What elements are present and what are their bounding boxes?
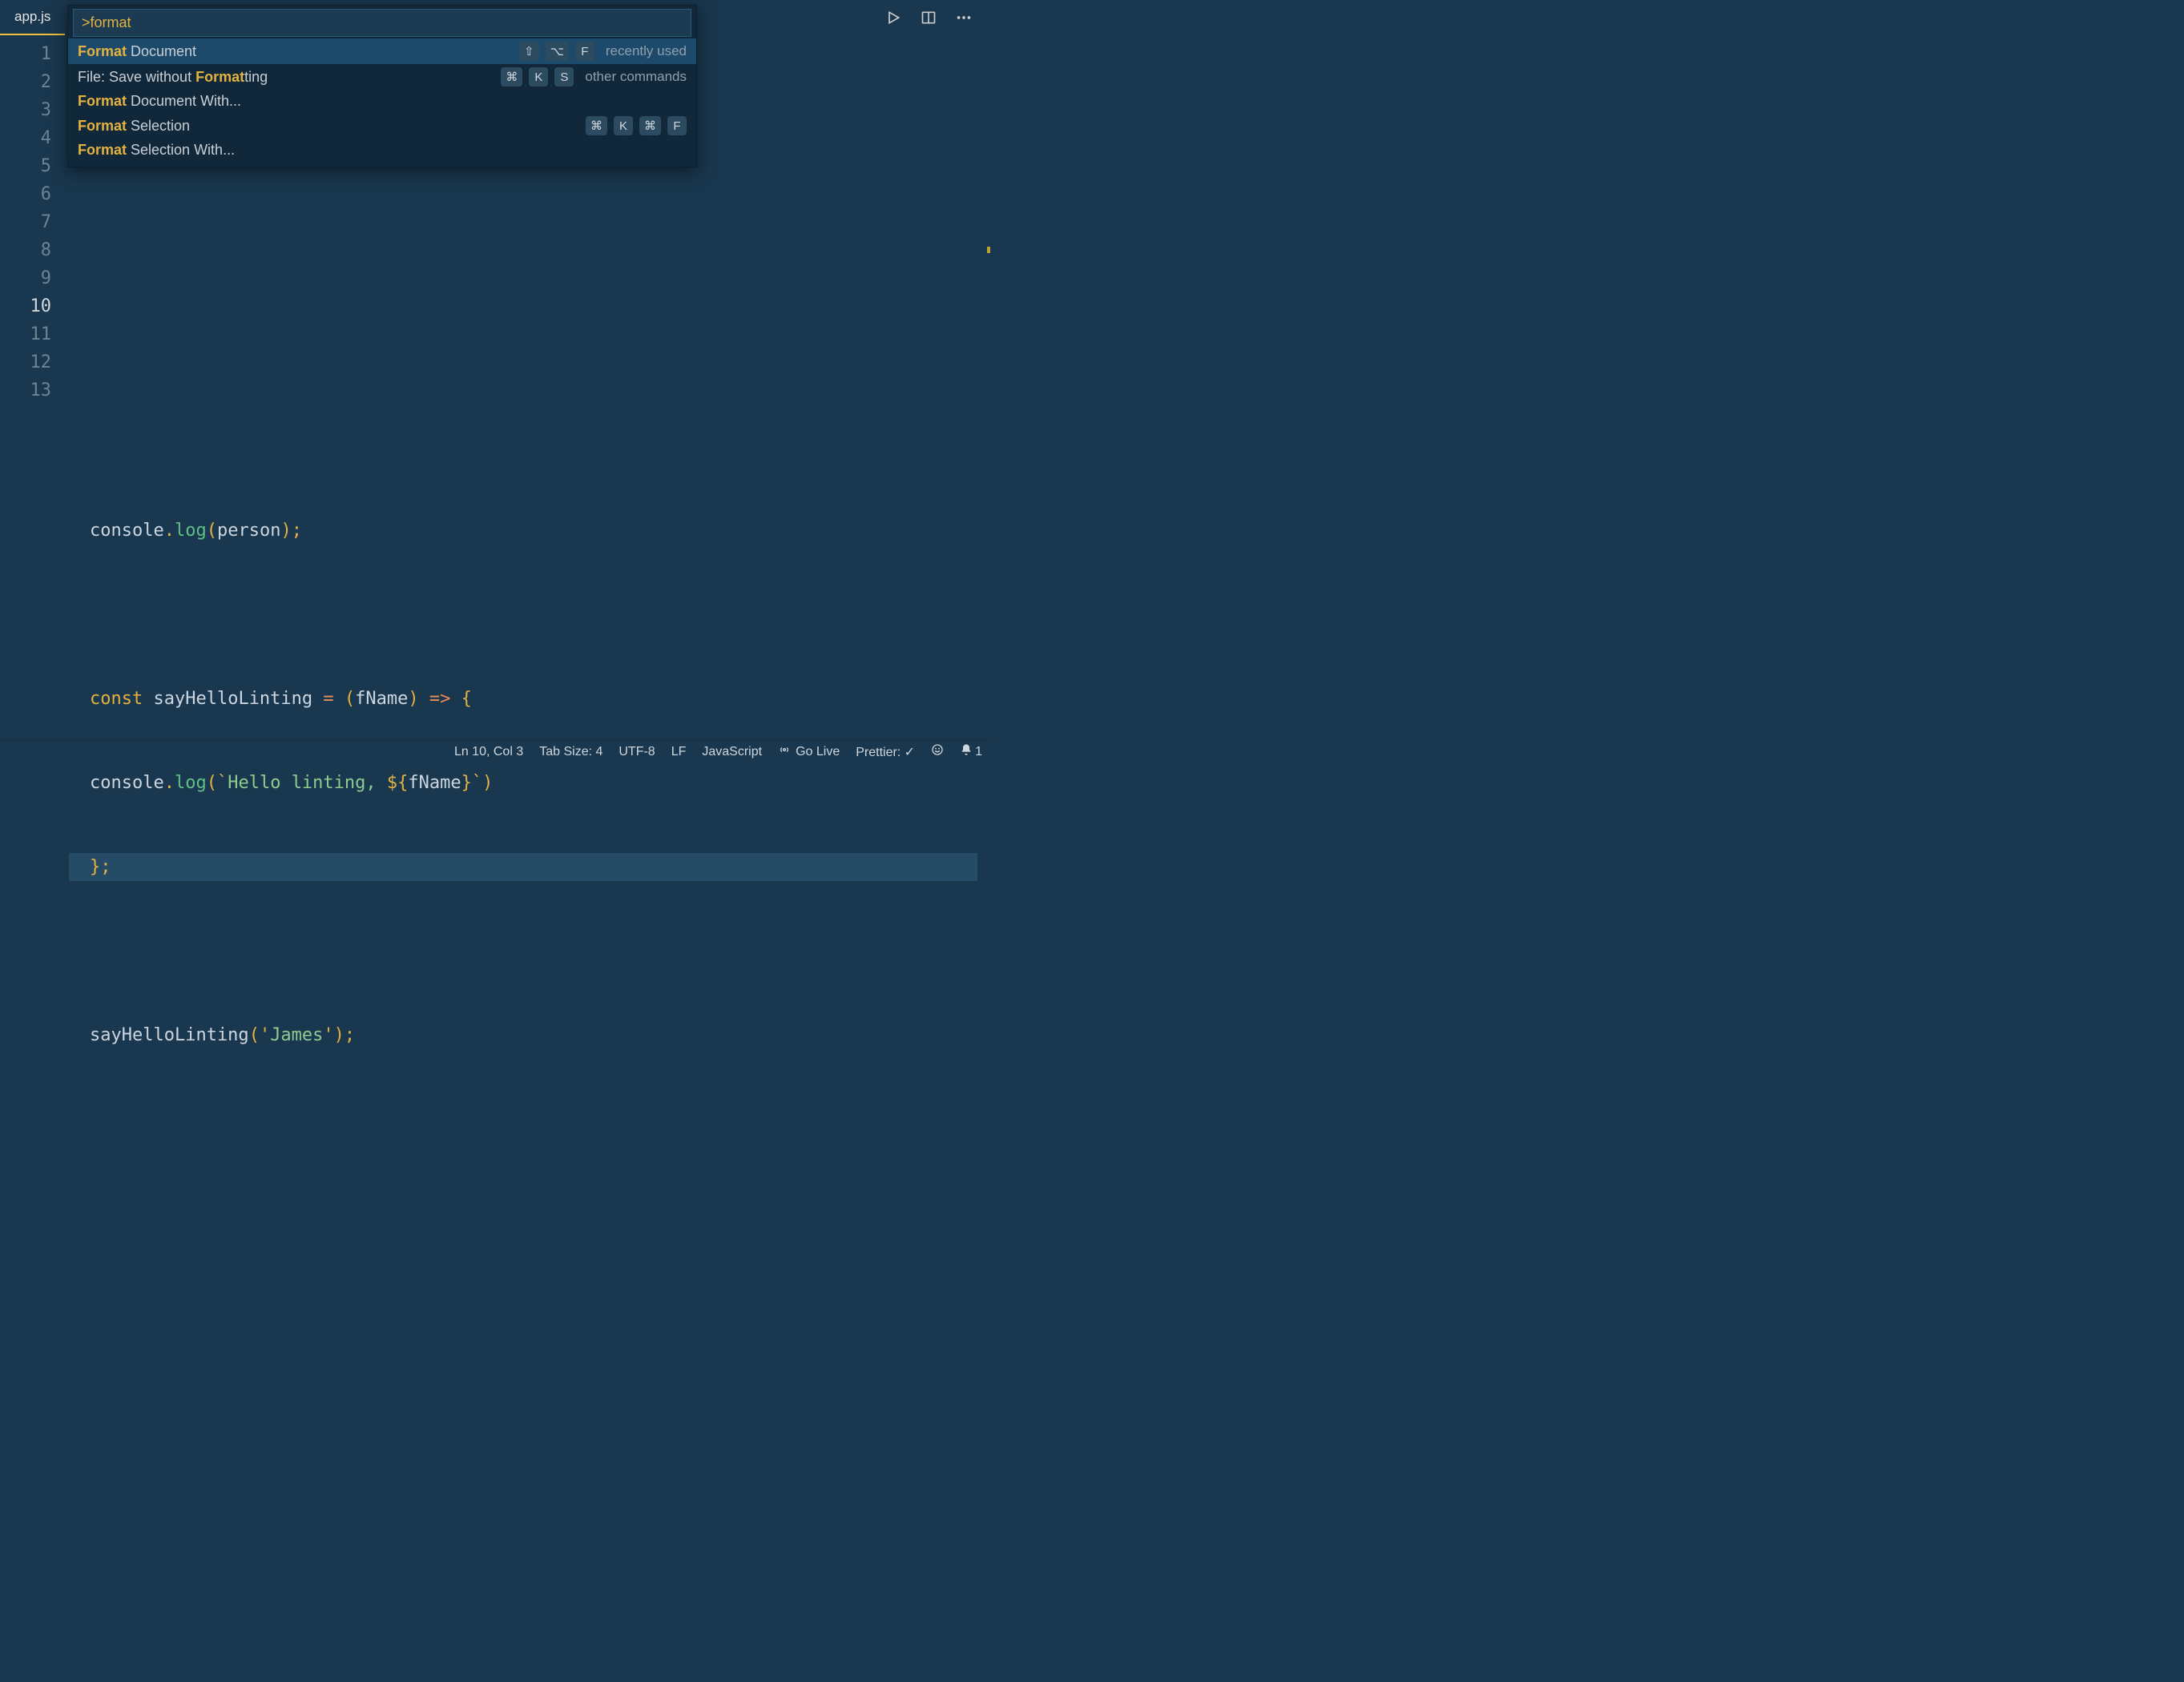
palette-item-hint: recently used — [606, 43, 687, 59]
keycap: ⌘ — [501, 67, 522, 87]
palette-input-wrap — [68, 6, 696, 37]
command-palette: Format Document ⇧ ⌥ Frecently used File: Sav… — [67, 5, 697, 167]
keycap: ⌥ — [546, 42, 569, 61]
palette-item-label: Format Selection — [78, 118, 190, 135]
keycap: K — [614, 116, 633, 135]
play-icon[interactable] — [883, 7, 904, 28]
bell-icon — [960, 743, 973, 760]
split-editor-icon[interactable] — [918, 7, 939, 28]
editor-actions — [883, 7, 990, 28]
tab-title: app.js — [14, 9, 50, 25]
tab-app-js[interactable]: app.js — [0, 0, 65, 35]
code-line — [71, 1105, 990, 1133]
keycap: K — [529, 67, 548, 87]
palette-item-shortcut: ⌘ KSother commands — [501, 67, 687, 87]
code-line: console.log(`Hello linting, ${fName}`) — [71, 769, 990, 797]
command-palette-item[interactable]: File: Save without Formatting ⌘ KSother co… — [68, 64, 696, 90]
line-number-gutter: 12345678910111213 — [0, 35, 71, 740]
palette-item-label: Format Document — [78, 43, 196, 60]
palette-item-label: Format Document With... — [78, 93, 241, 110]
broadcast-icon — [778, 743, 791, 760]
keycap: S — [554, 67, 574, 87]
status-eol[interactable]: LF — [671, 745, 687, 759]
status-go-live[interactable]: Go Live — [778, 743, 840, 760]
code-line — [71, 601, 990, 629]
command-palette-input[interactable] — [73, 9, 691, 37]
status-notifications[interactable]: 1 — [960, 743, 982, 760]
keycap: ⌘ — [639, 116, 661, 135]
command-palette-list: Format Document ⇧ ⌥ Frecently used File: Sav… — [68, 37, 696, 167]
more-actions-icon[interactable] — [953, 7, 974, 28]
command-palette-item[interactable]: Format Document ⇧ ⌥ Frecently used — [68, 38, 696, 64]
code-line — [71, 433, 990, 461]
keycap: ⌘ — [586, 116, 607, 135]
palette-item-shortcut: ⌘ K ⌘ F — [586, 116, 687, 135]
code-line: console.log(person); — [71, 517, 990, 545]
keycap: F — [667, 116, 687, 135]
status-bar: Ln 10, Col 3 Tab Size: 4 UTF-8 LF JavaSc… — [0, 740, 990, 763]
status-language-mode[interactable]: JavaScript — [702, 745, 762, 759]
overview-ruler-mark — [987, 247, 990, 253]
status-feedback[interactable] — [931, 743, 944, 760]
command-palette-item[interactable]: Format Selection ⌘ K ⌘ F — [68, 113, 696, 139]
code-line — [71, 937, 990, 965]
command-palette-item[interactable]: Format Document With... — [68, 90, 696, 113]
code-line: sayHelloLinting('James'); — [71, 1021, 990, 1049]
code-line: const sayHelloLinting = (fName) => { — [71, 685, 990, 713]
status-cursor-position[interactable]: Ln 10, Col 3 — [454, 745, 523, 759]
keycap: F — [575, 42, 594, 61]
palette-item-label: File: Save without Formatting — [78, 69, 268, 86]
code-line — [71, 348, 990, 376]
status-tab-size[interactable]: Tab Size: 4 — [539, 745, 602, 759]
tabs-container: app.js — [0, 0, 65, 35]
palette-item-label: Format Selection With... — [78, 142, 235, 159]
status-encoding[interactable]: UTF-8 — [619, 745, 655, 759]
smiley-icon — [931, 743, 944, 760]
status-prettier[interactable]: Prettier: ✓ — [856, 744, 915, 760]
command-palette-item[interactable]: Format Selection With... — [68, 139, 696, 162]
palette-item-shortcut: ⇧ ⌥ Frecently used — [519, 42, 687, 61]
code-line-current: }; — [69, 853, 977, 881]
keycap: ⇧ — [519, 42, 539, 61]
code-line — [71, 264, 990, 292]
palette-item-hint: other commands — [585, 69, 687, 85]
code-line — [71, 180, 990, 208]
